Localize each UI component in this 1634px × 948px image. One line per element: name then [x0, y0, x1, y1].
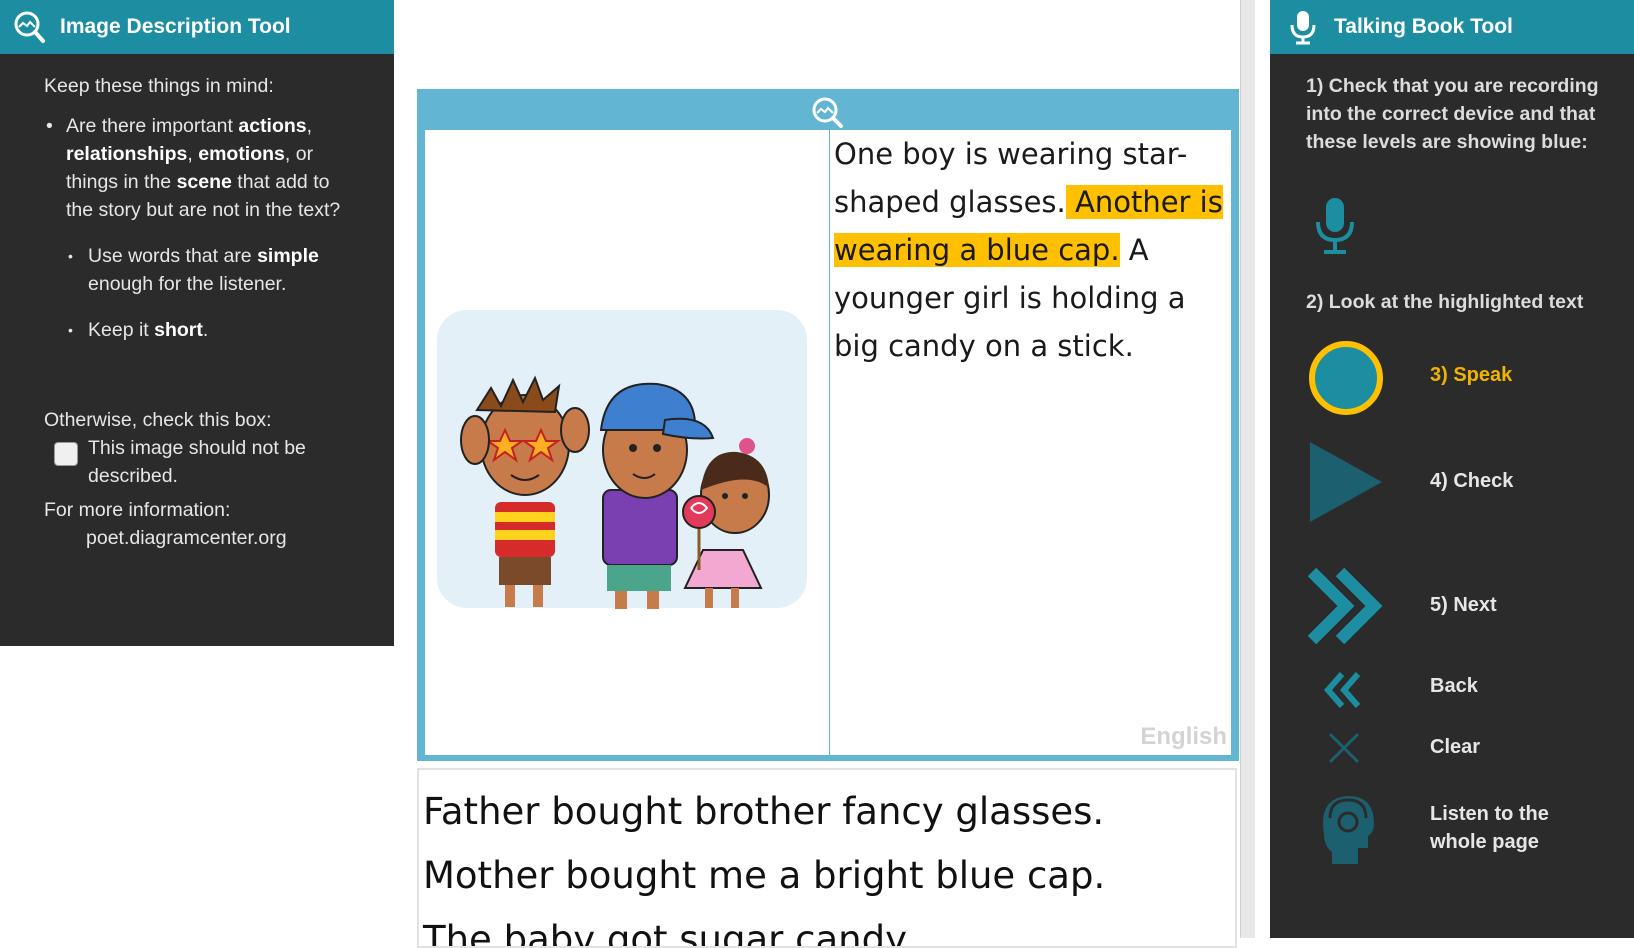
step2-text: 2) Look at the highlighted text — [1306, 291, 1584, 313]
page-scrollbar[interactable] — [1240, 0, 1255, 938]
image-search-icon[interactable] — [807, 95, 847, 129]
check-label[interactable]: 4) Check — [1430, 470, 1513, 493]
story-line-1: Father bought brother fancy glasses. — [423, 790, 1105, 833]
image-description-title: Image Description Tool — [60, 15, 291, 38]
talking-book-title: Talking Book Tool — [1334, 15, 1513, 38]
more-info-text: For more information: — [44, 499, 231, 521]
do-not-describe-checkbox[interactable] — [54, 442, 78, 466]
clear-label[interactable]: Clear — [1430, 736, 1480, 759]
guidance-intro: Keep these things in mind: — [44, 75, 274, 97]
story-illustration-cell — [425, 130, 829, 755]
do-not-describe-label[interactable]: This image should not be described. — [88, 434, 348, 490]
image-description-frame: One boy is wearing star-shaped glasses. … — [417, 89, 1239, 761]
next-label[interactable]: 5) Next — [1430, 594, 1497, 617]
clear-icon[interactable] — [1326, 730, 1362, 766]
record-button[interactable] — [1306, 338, 1386, 418]
guidance-bullet-short: Keep it short. — [66, 316, 368, 344]
next-icon[interactable] — [1306, 566, 1386, 646]
image-description-text[interactable]: One boy is wearing star-shaped glasses. … — [834, 130, 1226, 370]
story-line-3: The baby got sugar candy. — [423, 918, 914, 948]
story-line-2: Mother bought me a bright blue cap. — [423, 854, 1106, 897]
talking-book-panel: Talking Book Tool 1) Check that you are … — [1270, 0, 1634, 938]
language-label: English — [1140, 723, 1227, 750]
more-info-link[interactable]: poet.diagramcenter.org — [86, 524, 394, 552]
listen-label[interactable]: Listen to the whole page — [1430, 800, 1590, 856]
speak-label[interactable]: 3) Speak — [1430, 364, 1512, 387]
image-description-panel: Image Description Tool Keep these things… — [0, 0, 394, 646]
do-not-describe-row[interactable]: This image should not be described. — [54, 434, 394, 490]
microphone-level-icon — [1316, 198, 1354, 254]
microphone-icon — [1290, 11, 1316, 45]
play-icon[interactable] — [1306, 440, 1386, 524]
guidance-bullet-simple: Use words that are simple enough for the… — [66, 242, 368, 298]
story-illustration — [437, 310, 807, 609]
back-label[interactable]: Back — [1430, 675, 1478, 698]
image-description-cell[interactable]: One boy is wearing star-shaped glasses. … — [830, 130, 1231, 755]
image-description-header: Image Description Tool — [0, 0, 394, 54]
back-icon[interactable] — [1324, 670, 1364, 710]
guidance-bullet-actions: Are there important actions, relationshi… — [44, 112, 351, 224]
otherwise-text: Otherwise, check this box: — [44, 409, 272, 431]
step1-text: 1) Check that you are recording into the… — [1306, 75, 1599, 153]
story-text-box: Father bought brother fancy glasses. Mot… — [417, 768, 1237, 948]
talking-book-header: Talking Book Tool — [1270, 0, 1634, 54]
listen-head-icon[interactable] — [1314, 794, 1376, 866]
image-search-icon — [14, 11, 45, 43]
